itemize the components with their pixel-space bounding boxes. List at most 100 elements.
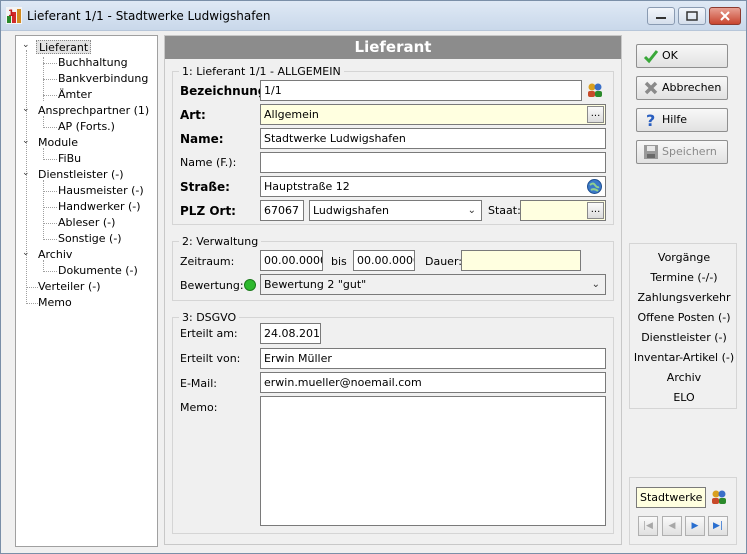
contacts-icon[interactable] <box>586 81 604 99</box>
collapse-icon[interactable]: ⌄ <box>22 137 31 146</box>
collapse-icon[interactable]: ⌄ <box>22 41 31 50</box>
tree-item-archiv[interactable]: Archiv <box>38 248 72 262</box>
zeitraum-bis-field[interactable]: 00.00.0000 <box>353 250 415 271</box>
erteilt-von-label: Erteilt von: <box>180 352 241 365</box>
plz-field[interactable]: 67067 <box>260 200 304 221</box>
window: 1 Lieferant 1/1 - Stadtwerke Ludwigshafe… <box>0 0 747 554</box>
links-panel: Vorgänge Termine (-/-) Zahlungsverkehr O… <box>629 243 737 409</box>
zeitraum-von-field[interactable]: 00.00.0000 <box>260 250 323 271</box>
art-label: Art: <box>180 108 206 122</box>
main-form: Lieferant 1: Lieferant 1/1 - ALLGEMEIN B… <box>164 35 622 545</box>
email-label: E-Mail: <box>180 377 217 390</box>
tree-item-handwerker[interactable]: Handwerker (-) <box>58 200 141 214</box>
tree-item-aemter[interactable]: Ämter <box>58 88 92 102</box>
svg-text:1: 1 <box>8 9 14 19</box>
strasse-label: Straße: <box>180 180 230 194</box>
tree-item-fibu[interactable]: FiBu <box>58 152 81 166</box>
close-button[interactable] <box>709 7 741 25</box>
window-title: Lieferant 1/1 - Stadtwerke Ludwigshafen <box>27 9 271 23</box>
bezeichnung-field[interactable]: 1/1 <box>260 80 582 101</box>
art-field[interactable]: Allgemein <box>260 104 606 125</box>
name-label: Name: <box>180 132 224 146</box>
chevron-down-icon: ⌄ <box>467 205 476 216</box>
bewertung-label: Bewertung: <box>180 279 244 292</box>
link-elo[interactable]: ELO <box>630 391 738 404</box>
bis-label: bis <box>331 255 347 268</box>
bewertung-select[interactable]: Bewertung 2 "gut" ⌄ <box>260 274 606 295</box>
tree-item-buchhaltung[interactable]: Buchhaltung <box>58 56 128 70</box>
zeitraum-label: Zeitraum: <box>180 255 235 268</box>
last-record-button[interactable]: ▶| <box>708 516 728 536</box>
tree-item-ansprechpartner[interactable]: Ansprechpartner (1) <box>38 104 149 118</box>
email-field[interactable]: erwin.mueller@noemail.com <box>260 372 606 393</box>
bewertung-value: Bewertung 2 "gut" <box>264 278 367 291</box>
link-zahlungsverkehr[interactable]: Zahlungsverkehr <box>630 291 738 304</box>
navigation-tree: ⌄ Lieferant Buchhaltung Bankverbindung Ä… <box>15 35 158 547</box>
name-f-field[interactable] <box>260 152 606 173</box>
section-title: 2: Verwaltung <box>179 235 262 248</box>
minimize-button[interactable] <box>647 7 675 25</box>
link-dienstleister[interactable]: Dienstleister (-) <box>630 331 738 344</box>
tree-item-dokumente[interactable]: Dokumente (-) <box>58 264 138 278</box>
dauer-field[interactable] <box>461 250 581 271</box>
tree-item-hausmeister[interactable]: Hausmeister (-) <box>58 184 144 198</box>
tree-item-verteiler[interactable]: Verteiler (-) <box>38 280 101 294</box>
staat-label: Staat: <box>488 204 521 217</box>
maximize-button[interactable] <box>678 7 706 25</box>
section-title: 1: Lieferant 1/1 - ALLGEMEIN <box>179 65 344 78</box>
link-vorgaenge[interactable]: Vorgänge <box>630 251 738 264</box>
collapse-icon[interactable]: ⌄ <box>22 169 31 178</box>
first-record-button[interactable]: |◀ <box>638 516 658 536</box>
chevron-down-icon: ⌄ <box>591 279 600 290</box>
erteilt-am-label: Erteilt am: <box>180 327 238 340</box>
contacts-icon[interactable] <box>710 488 728 506</box>
ort-value: Ludwigshafen <box>313 204 389 217</box>
tree-item-memo[interactable]: Memo <box>38 296 72 310</box>
save-label: Speichern <box>662 145 717 158</box>
status-indicator <box>244 279 256 291</box>
link-inventar-artikel[interactable]: Inventar-Artikel (-) <box>630 351 738 364</box>
collapse-icon[interactable]: ⌄ <box>22 105 31 114</box>
dauer-label: Dauer: <box>425 255 462 268</box>
tree-item-dienstleister[interactable]: Dienstleister (-) <box>38 168 124 182</box>
globe-icon[interactable] <box>586 178 603 195</box>
collapse-icon[interactable]: ⌄ <box>22 249 31 258</box>
memo-textarea[interactable] <box>260 396 606 526</box>
check-icon <box>643 50 659 64</box>
bezeichnung-label: Bezeichnung: <box>180 84 272 98</box>
ok-label: OK <box>662 49 678 62</box>
help-icon: ? <box>646 112 655 128</box>
tree-item-ap-forts[interactable]: AP (Forts.) <box>58 120 115 134</box>
erteilt-von-field[interactable]: Erwin Müller <box>260 348 606 369</box>
art-browse-button[interactable]: ... <box>587 106 604 123</box>
cancel-button[interactable]: Abbrechen <box>636 76 728 100</box>
app-icon: 1 <box>6 7 22 24</box>
tree-item-lieferant[interactable]: Lieferant <box>36 40 92 54</box>
plz-ort-label: PLZ Ort: <box>180 204 236 218</box>
save-icon <box>644 145 658 159</box>
link-offene-posten[interactable]: Offene Posten (-) <box>630 311 738 324</box>
next-record-button[interactable]: ▶ <box>685 516 705 536</box>
save-button[interactable]: Speichern <box>636 140 728 164</box>
record-search-field[interactable]: Stadtwerke L <box>636 487 706 508</box>
erteilt-am-field[interactable]: 24.08.2018 <box>260 323 321 344</box>
tree-item-sonstige[interactable]: Sonstige (-) <box>58 232 122 246</box>
name-f-label: Name (F.): <box>180 156 237 169</box>
link-termine[interactable]: Termine (-/-) <box>630 271 738 284</box>
strasse-field[interactable]: Hauptstraße 12 <box>260 176 606 197</box>
tree-item-ableser[interactable]: Ableser (-) <box>58 216 115 230</box>
ok-button[interactable]: OK <box>636 44 728 68</box>
memo-label: Memo: <box>180 401 218 414</box>
tree-item-bankverbindung[interactable]: Bankverbindung <box>58 72 148 86</box>
title-bar: 1 Lieferant 1/1 - Stadtwerke Ludwigshafe… <box>1 1 746 31</box>
tree-item-module[interactable]: Module <box>38 136 78 150</box>
staat-browse-button[interactable]: ... <box>587 202 604 219</box>
page-title: Lieferant <box>165 36 621 59</box>
name-field[interactable]: Stadtwerke Ludwigshafen <box>260 128 606 149</box>
record-navigator: Stadtwerke L |◀ ◀ ▶ ▶| <box>629 477 737 545</box>
link-archiv[interactable]: Archiv <box>630 371 738 384</box>
help-label: Hilfe <box>662 113 688 126</box>
prev-record-button[interactable]: ◀ <box>662 516 682 536</box>
ort-select[interactable]: Ludwigshafen ⌄ <box>309 200 482 221</box>
help-button[interactable]: ? Hilfe <box>636 108 728 132</box>
